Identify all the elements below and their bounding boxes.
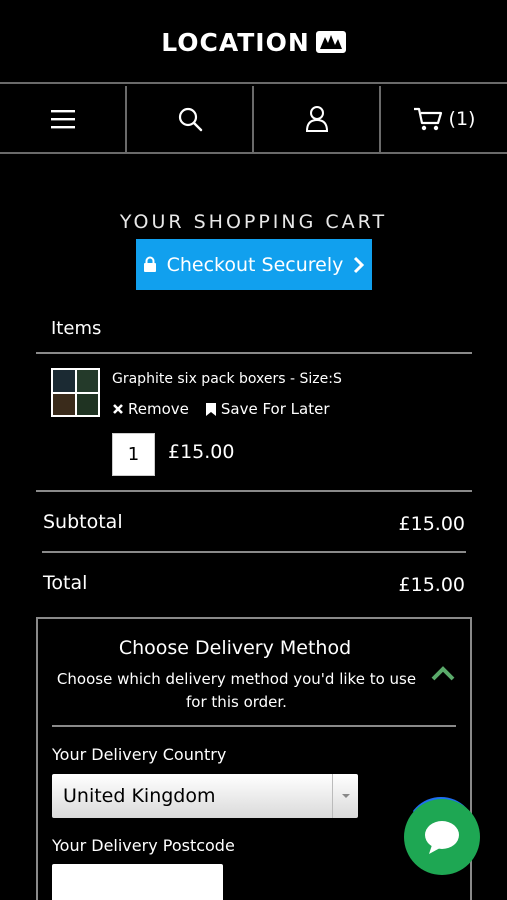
product-name[interactable]: Graphite six pack boxers - Size:S <box>112 371 342 387</box>
product-thumbnail[interactable] <box>51 368 100 417</box>
menu-button[interactable] <box>0 86 127 152</box>
country-value: United Kingdom <box>63 785 216 807</box>
search-button[interactable] <box>127 86 254 152</box>
subtotal-value: £15.00 <box>398 513 465 535</box>
chevron-up-icon <box>431 666 455 681</box>
checkout-securely-button[interactable]: Checkout Securely <box>136 239 372 290</box>
account-button[interactable] <box>254 86 381 152</box>
nav-bar: (1) <box>0 86 507 154</box>
total-label: Total <box>43 572 88 594</box>
divider <box>36 352 472 354</box>
divider <box>52 725 456 727</box>
brand-name: LOCATION <box>161 27 310 57</box>
account-icon <box>305 106 328 132</box>
cart-count-badge: (1) <box>448 108 476 130</box>
chat-button[interactable] <box>404 799 480 875</box>
save-for-later-button[interactable]: Save For Later <box>205 400 330 418</box>
hamburger-menu-icon <box>50 110 75 129</box>
lock-icon <box>143 256 156 272</box>
delivery-title: Choose Delivery Method <box>118 637 352 659</box>
quantity-input[interactable]: 1 <box>112 433 155 476</box>
postcode-label: Your Delivery Postcode <box>52 836 235 855</box>
location-mark-icon <box>315 31 346 53</box>
postcode-input[interactable] <box>52 864 223 900</box>
items-heading: Items <box>51 318 102 339</box>
cart-button[interactable]: (1) <box>381 86 507 152</box>
delivery-subtitle: Choose which delivery method you'd like … <box>56 670 417 711</box>
collapse-button[interactable] <box>430 665 456 687</box>
close-icon <box>113 404 123 414</box>
search-icon <box>178 107 202 132</box>
item-actions: Remove Save For Later <box>112 400 330 418</box>
brand-logo[interactable]: LOCATION <box>161 28 346 57</box>
remove-label: Remove <box>128 400 189 418</box>
remove-button[interactable]: Remove <box>112 400 189 418</box>
country-label: Your Delivery Country <box>52 745 227 764</box>
save-for-later-label: Save For Later <box>220 400 330 418</box>
total-value: £15.00 <box>398 574 465 596</box>
bookmark-icon <box>205 402 216 416</box>
site-header: LOCATION <box>0 0 507 84</box>
divider <box>36 490 472 492</box>
item-price: £15.00 <box>168 441 235 463</box>
chevron-right-icon <box>354 256 365 273</box>
divider <box>42 551 466 553</box>
subtotal-label: Subtotal <box>43 511 123 533</box>
country-select[interactable]: United Kingdom <box>52 774 358 818</box>
cart-icon <box>413 107 442 131</box>
chat-bubble-icon <box>425 821 459 854</box>
page-title: YOUR SHOPPING CART <box>119 211 388 233</box>
dropdown-arrow-icon <box>332 774 358 818</box>
checkout-label: Checkout Securely <box>166 253 344 276</box>
